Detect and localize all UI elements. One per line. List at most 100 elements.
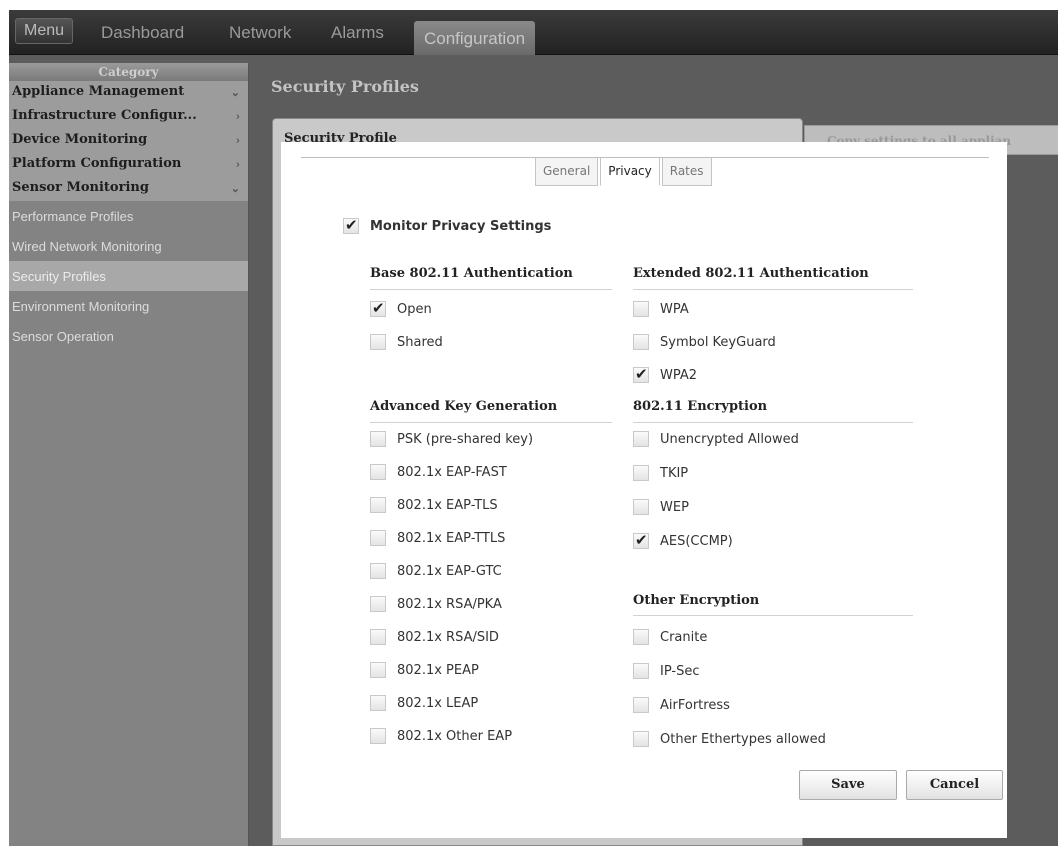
checkbox-box[interactable] <box>633 334 649 350</box>
divider <box>633 289 913 290</box>
page-title: Security Profiles <box>271 77 419 96</box>
checkbox-box[interactable] <box>370 497 386 513</box>
save-button[interactable]: Save <box>799 770 897 800</box>
checkbox-symbol-keyguard[interactable]: Symbol KeyGuard <box>633 334 776 350</box>
checkbox-label: 802.1x Other EAP <box>397 728 513 744</box>
sidebar-item-security-profiles[interactable]: Security Profiles <box>9 261 248 291</box>
category-sidebar: Category Appliance Management ⌄ Infrastru… <box>9 63 249 846</box>
checkbox-label: WEP <box>660 499 689 515</box>
checkbox-802-1x-eap-ttls[interactable]: 802.1x EAP-TTLS <box>370 530 505 546</box>
checkbox-802-1x-eap-tls[interactable]: 802.1x EAP-TLS <box>370 497 498 513</box>
checkbox-airfortress[interactable]: AirFortress <box>633 697 730 713</box>
checkbox-psk-pre-shared-key[interactable]: PSK (pre-shared key) <box>370 431 533 447</box>
sidebar-item-performance-profiles[interactable]: Performance Profiles <box>9 201 248 231</box>
checkbox-box[interactable] <box>633 629 649 645</box>
checkbox-label: 802.1x PEAP <box>397 662 479 678</box>
sidebar-item-wired-network-monitoring[interactable]: Wired Network Monitoring <box>9 231 248 261</box>
checkbox-box[interactable] <box>633 731 649 747</box>
dialog-tabs: General Privacy Rates <box>535 158 714 186</box>
checkbox-802-1x-other-eap[interactable]: 802.1x Other EAP <box>370 728 512 744</box>
monitor-privacy-checkbox[interactable]: Monitor Privacy Settings <box>343 216 552 234</box>
checkbox-label: Monitor Privacy Settings <box>370 218 552 234</box>
checkbox-label: PSK (pre-shared key) <box>397 431 534 447</box>
tab-alarms[interactable]: Alarms <box>331 23 384 43</box>
checkbox-box[interactable] <box>633 365 649 383</box>
tab-configuration[interactable]: Configuration <box>414 21 536 55</box>
checkbox-box[interactable] <box>633 431 649 447</box>
checkbox-802-1x-eap-gtc[interactable]: 802.1x EAP-GTC <box>370 563 502 579</box>
checkbox-box[interactable] <box>370 299 386 317</box>
tab-general[interactable]: General <box>535 158 599 186</box>
checkbox-box[interactable] <box>370 431 386 447</box>
checkbox-802-1x-rsa-pka[interactable]: 802.1x RSA/PKA <box>370 596 502 612</box>
checkbox-box[interactable] <box>633 663 649 679</box>
checkbox-802-1x-leap[interactable]: 802.1x LEAP <box>370 695 478 711</box>
checkbox-box[interactable] <box>633 301 649 317</box>
sidebar-item-environment-monitoring[interactable]: Environment Monitoring <box>9 291 248 321</box>
tab-rates[interactable]: Rates <box>661 158 712 186</box>
checkbox-box[interactable] <box>370 563 386 579</box>
sidebar-group-label: Infrastructure Configur... <box>12 108 197 123</box>
menu-button[interactable]: Menu <box>15 18 74 44</box>
checkbox-802-1x-rsa-sid[interactable]: 802.1x RSA/SID <box>370 629 499 645</box>
sidebar-group-label: Appliance Management <box>12 84 185 99</box>
checkbox-wpa2[interactable]: WPA2 <box>633 365 697 383</box>
checkbox-box[interactable] <box>370 334 386 350</box>
checkbox-box[interactable] <box>370 596 386 612</box>
checkbox-aes-ccmp[interactable]: AES(CCMP) <box>633 531 733 549</box>
sidebar-group-appliance-management[interactable]: Appliance Management ⌄ <box>9 81 248 105</box>
chevron-down-icon: ⌄ <box>230 182 240 195</box>
sidebar-group-label: Device Monitoring <box>12 132 148 147</box>
encryption-header: 802.11 Encryption <box>633 399 768 414</box>
base-auth-header: Base 802.11 Authentication <box>370 266 573 281</box>
sidebar-group-device-monitoring[interactable]: Device Monitoring › <box>9 129 248 153</box>
top-menu-bar: Menu Dashboard Network Alarms Configurat… <box>9 10 1058 55</box>
sidebar-group-sensor-monitoring[interactable]: Sensor Monitoring ⌄ <box>9 177 248 201</box>
checkbox-label: 802.1x RSA/SID <box>397 629 499 645</box>
checkbox-label: AirFortress <box>660 697 730 713</box>
checkbox-802-1x-eap-fast[interactable]: 802.1x EAP-FAST <box>370 464 507 480</box>
checkbox-box[interactable] <box>343 216 359 234</box>
checkbox-wpa[interactable]: WPA <box>633 301 689 317</box>
checkbox-other-ethertypes-allowed[interactable]: Other Ethertypes allowed <box>633 731 826 747</box>
checkbox-label: 802.1x EAP-GTC <box>397 563 502 579</box>
chevron-down-icon: ⌄ <box>230 86 240 99</box>
checkbox-box[interactable] <box>633 465 649 481</box>
checkbox-label: WPA <box>660 301 689 317</box>
checkbox-label: 802.1x EAP-TLS <box>397 497 498 513</box>
sidebar-group-label: Sensor Monitoring <box>12 180 149 195</box>
checkbox-label: 802.1x EAP-TTLS <box>397 530 506 546</box>
adv-key-header: Advanced Key Generation <box>370 399 558 414</box>
cancel-button[interactable]: Cancel <box>906 770 1003 800</box>
checkbox-wep[interactable]: WEP <box>633 499 689 515</box>
checkbox-box[interactable] <box>633 531 649 549</box>
chevron-right-icon: › <box>235 110 240 123</box>
checkbox-cranite[interactable]: Cranite <box>633 629 707 645</box>
checkbox-shared[interactable]: Shared <box>370 334 443 350</box>
checkbox-box[interactable] <box>370 728 386 744</box>
checkbox-ip-sec[interactable]: IP-Sec <box>633 663 699 679</box>
checkbox-box[interactable] <box>633 499 649 515</box>
checkbox-label: Unencrypted Allowed <box>660 431 799 447</box>
checkbox-unencrypted-allowed[interactable]: Unencrypted Allowed <box>633 431 799 447</box>
checkbox-label: TKIP <box>660 465 689 481</box>
checkbox-box[interactable] <box>370 464 386 480</box>
checkbox-box[interactable] <box>370 530 386 546</box>
sidebar-item-sensor-operation[interactable]: Sensor Operation <box>9 321 248 351</box>
checkbox-box[interactable] <box>370 662 386 678</box>
checkbox-tkip[interactable]: TKIP <box>633 465 688 481</box>
checkbox-open[interactable]: Open <box>370 299 432 317</box>
checkbox-box[interactable] <box>633 697 649 713</box>
divider <box>633 422 913 423</box>
checkbox-label: 802.1x LEAP <box>397 695 479 711</box>
tab-dashboard[interactable]: Dashboard <box>101 23 184 43</box>
checkbox-802-1x-peap[interactable]: 802.1x PEAP <box>370 662 479 678</box>
checkbox-box[interactable] <box>370 629 386 645</box>
sidebar-group-platform-configuration[interactable]: Platform Configuration › <box>9 153 248 177</box>
checkbox-box[interactable] <box>370 695 386 711</box>
checkbox-label: 802.1x RSA/PKA <box>397 596 502 612</box>
tab-privacy[interactable]: Privacy <box>600 158 660 186</box>
tab-network[interactable]: Network <box>229 23 291 43</box>
sidebar-group-label: Platform Configuration <box>12 156 182 171</box>
sidebar-group-infrastructure-configuration[interactable]: Infrastructure Configur... › <box>9 105 248 129</box>
